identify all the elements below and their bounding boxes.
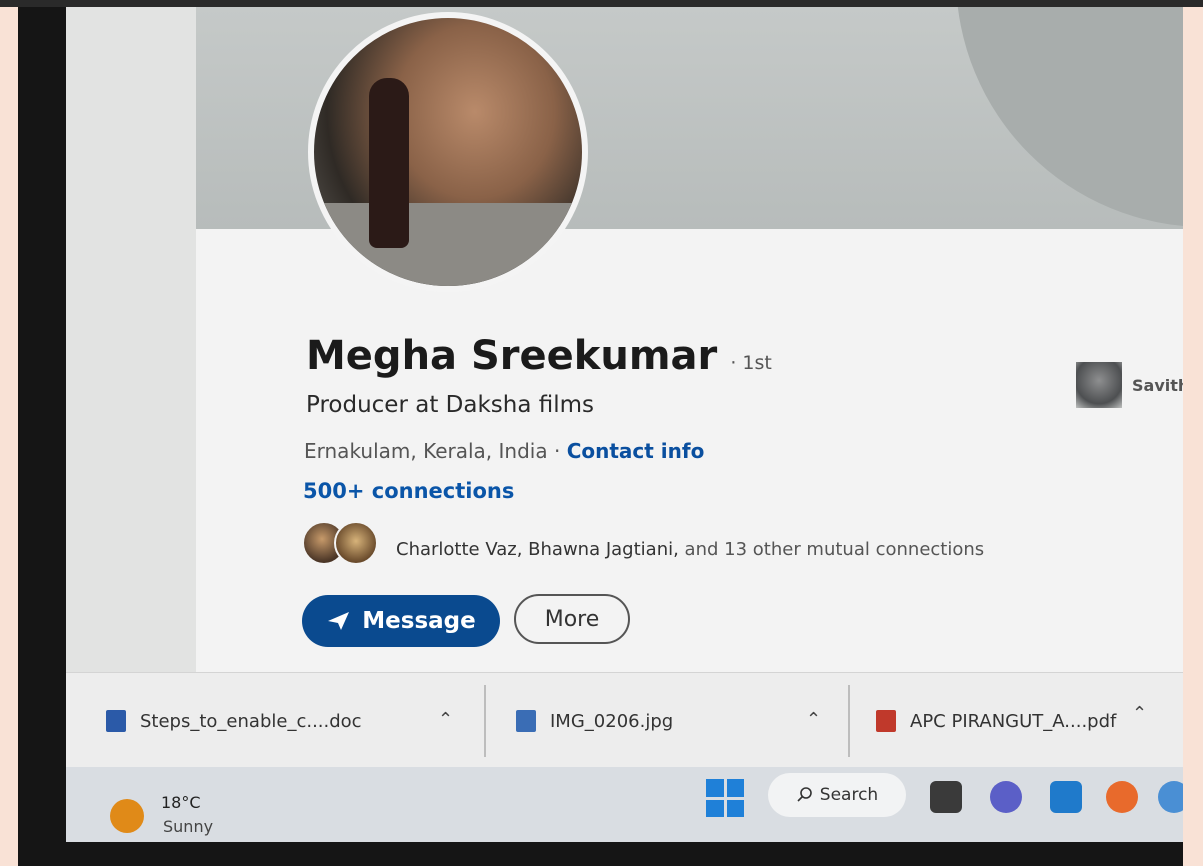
profile-name: Megha Sreekumar [306, 333, 718, 379]
browser-icon[interactable] [1158, 781, 1183, 813]
task-view-icon[interactable] [930, 781, 962, 813]
profile-headline: Producer at Daksha films [306, 392, 595, 418]
chevron-up-icon[interactable]: ⌃ [1132, 703, 1147, 724]
download-filename: IMG_0206.jpg [550, 710, 674, 732]
weather-condition[interactable]: Sunny [163, 817, 213, 836]
taskbar-search[interactable]: Search [768, 773, 906, 817]
windows-start-icon[interactable] [706, 779, 744, 817]
mutual-names: Charlotte Vaz, Bhawna Jagtiani, [396, 539, 679, 560]
search-icon [797, 787, 812, 802]
mutual-connections[interactable]: Charlotte Vaz, Bhawna Jagtiani, and 13 o… [302, 521, 1062, 571]
image-file-icon [516, 710, 536, 732]
more-button-label: More [544, 606, 600, 632]
outlook-icon[interactable] [1050, 781, 1082, 813]
download-divider [484, 685, 486, 757]
profile-location: Ernakulam, Kerala, India · [304, 439, 561, 463]
mutual-connections-text: Charlotte Vaz, Bhawna Jagtiani, and 13 o… [396, 539, 984, 560]
location-row: Ernakulam, Kerala, India · Contact info [304, 439, 704, 463]
download-item-image[interactable]: IMG_0206.jpg [516, 701, 673, 741]
message-button-label: Message [362, 608, 476, 634]
left-page-margin [66, 7, 196, 672]
screen: Megha Sreekumar · 1st Producer at Daksha… [66, 7, 1183, 842]
pdf-file-icon [876, 710, 896, 732]
mutual-rest: and 13 other mutual connections [678, 539, 985, 560]
connection-degree: · 1st [730, 352, 772, 374]
message-button[interactable]: Message [302, 595, 500, 647]
top-frame-edge [0, 0, 1203, 7]
photo-person [369, 78, 409, 248]
cover-decoration [956, 7, 1183, 227]
windows-taskbar: 18°C Sunny Search [66, 767, 1183, 842]
download-divider [848, 685, 850, 757]
download-filename: APC PIRANGUT_A....pdf [910, 710, 1117, 732]
contact-info-link[interactable]: Contact info [567, 439, 705, 463]
search-label: Search [819, 785, 879, 805]
profile-card: Megha Sreekumar · 1st Producer at Daksha… [196, 7, 1183, 672]
sidebar-profile-name: Savith [1132, 376, 1183, 395]
chevron-up-icon[interactable]: ⌃ [438, 709, 453, 730]
sun-icon[interactable] [110, 799, 144, 833]
name-row: Megha Sreekumar · 1st [306, 333, 772, 379]
sidebar-profile-avatar [1076, 362, 1122, 408]
firefox-icon[interactable] [1106, 781, 1138, 813]
connections-link[interactable]: 500+ connections [303, 479, 514, 503]
weather-temperature[interactable]: 18°C [161, 793, 201, 812]
profile-photo[interactable] [308, 12, 588, 292]
word-doc-icon [106, 710, 126, 732]
more-button[interactable]: More [514, 594, 630, 644]
downloads-bar: Steps_to_enable_c....doc ⌃ IMG_0206.jpg … [66, 672, 1183, 768]
send-icon [328, 612, 350, 630]
download-item-doc[interactable]: Steps_to_enable_c....doc [106, 701, 362, 741]
download-filename: Steps_to_enable_c....doc [140, 710, 362, 732]
download-item-pdf[interactable]: APC PIRANGUT_A....pdf [876, 701, 1116, 741]
chevron-up-icon[interactable]: ⌃ [806, 709, 821, 730]
photo-ground [314, 203, 582, 286]
teams-chat-icon[interactable] [990, 781, 1022, 813]
mutual-avatar [334, 521, 378, 565]
